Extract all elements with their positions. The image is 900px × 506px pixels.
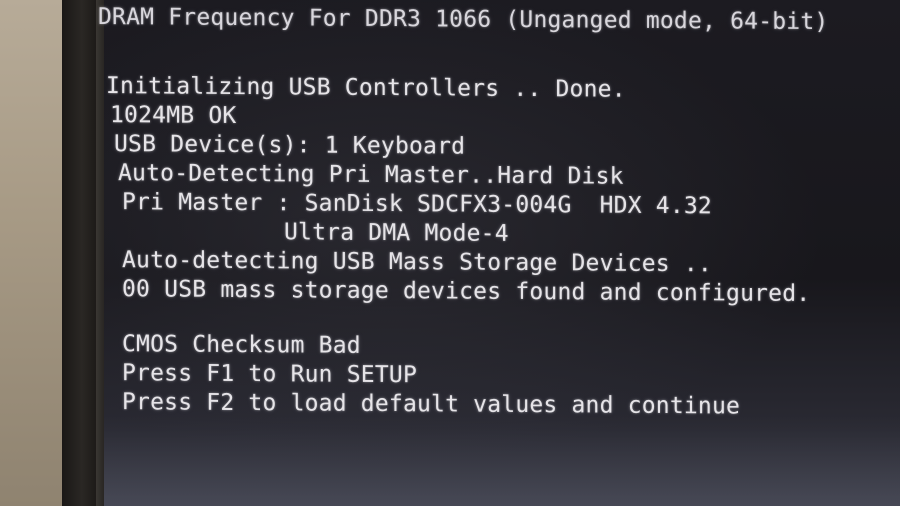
prompt-defaults-line: Press F2 to load default values and cont… — [122, 389, 741, 420]
usb-mass-storage-line: 00 USB mass storage devices found and co… — [122, 276, 811, 307]
pri-master-line: Pri Master : SanDisk SDCFX3-004G HDX 4.3… — [122, 189, 712, 220]
bios-post-output: DRAM Frequency For DDR3 1066 (Unganged m… — [98, 3, 888, 423]
background-wall — [0, 0, 70, 506]
dram-frequency-line: DRAM Frequency For DDR3 1066 (Unganged m… — [98, 4, 829, 36]
photo-scene: DRAM Frequency For DDR3 1066 (Unganged m… — [0, 0, 900, 506]
